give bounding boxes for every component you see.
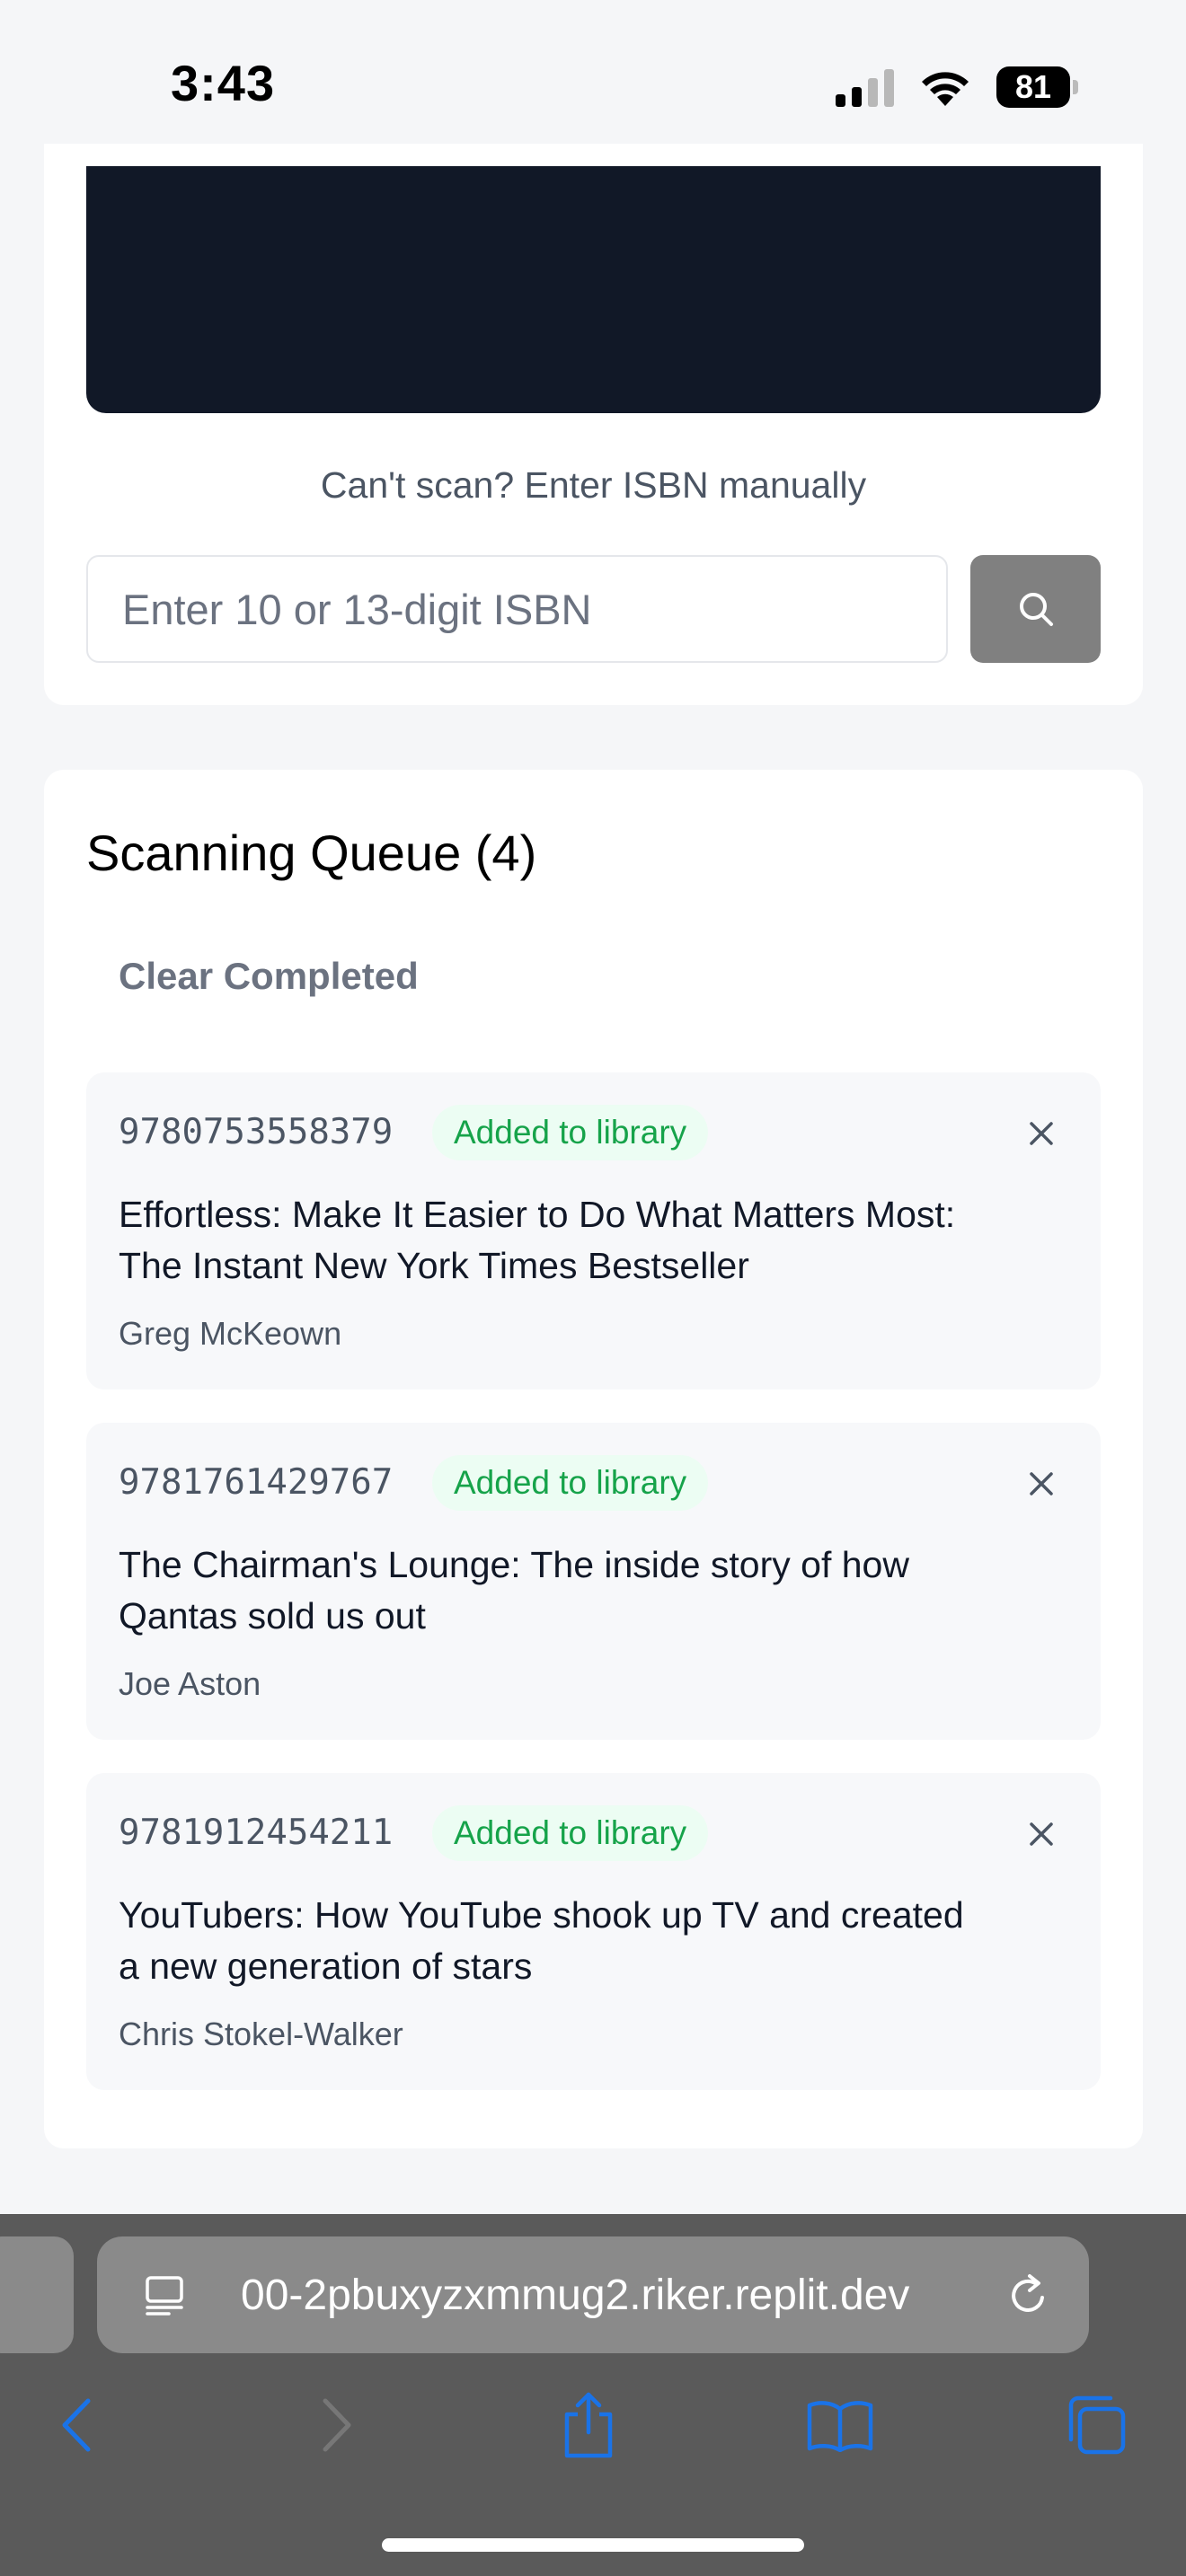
isbn-input[interactable] <box>86 555 948 663</box>
book-icon <box>807 2401 873 2452</box>
close-icon <box>1030 1122 1053 1145</box>
remove-item-button[interactable] <box>1016 1459 1067 1509</box>
queue-item: 9781761429767 Added to library The Chair… <box>86 1423 1101 1740</box>
chevron-right-icon <box>323 2398 351 2452</box>
scanner-card: Can't scan? Enter ISBN manually <box>44 144 1143 705</box>
back-button[interactable] <box>36 2385 117 2466</box>
book-author: Chris Stokel-Walker <box>119 2016 403 2052</box>
isbn-code: 9781761429767 <box>119 1462 394 1503</box>
manual-entry-label: Can't scan? Enter ISBN manually <box>320 464 867 506</box>
close-icon <box>1030 1822 1053 1846</box>
isbn-code: 9780753558379 <box>119 1112 394 1152</box>
battery-icon: 81 <box>996 66 1078 108</box>
status-badge: Added to library <box>432 1455 709 1511</box>
address-bar[interactable]: 00-2pbuxyzxmmug2.riker.replit.dev <box>97 2236 1089 2353</box>
scanning-queue-card: Scanning Queue (4) Clear Completed 97807… <box>44 770 1143 2148</box>
status-badge: Added to library <box>432 1805 709 1861</box>
search-icon <box>1019 593 1053 626</box>
browser-toolbar <box>0 2385 1186 2492</box>
cellular-signal-icon <box>836 67 894 107</box>
book-author: Greg McKeown <box>119 1315 342 1352</box>
clear-completed-button[interactable]: Clear Completed <box>86 940 451 1012</box>
tabs-icon <box>1068 2395 1126 2455</box>
book-title: YouTubers: How YouTube shook up TV and c… <box>119 1894 964 1987</box>
page: 3:43 81 Can't scan? Enter ISBN manually <box>0 0 1186 2576</box>
previous-tab-peek[interactable] <box>0 2236 74 2353</box>
forward-button[interactable] <box>296 2385 377 2466</box>
queue-title: Scanning Queue (4) <box>86 825 537 881</box>
battery-level: 81 <box>996 66 1070 108</box>
url-text: 00-2pbuxyzxmmug2.riker.replit.dev <box>241 2271 910 2319</box>
browser-chrome: 00-2pbuxyzxmmug2.riker.replit.dev <box>0 2214 1186 2576</box>
home-indicator[interactable] <box>382 2538 804 2552</box>
wifi-icon <box>922 72 969 106</box>
close-icon <box>1030 1472 1053 1495</box>
isbn-code: 9781912454211 <box>119 1813 394 1853</box>
status-bar: 3:43 81 <box>0 0 1186 166</box>
book-title: The Chairman's Lounge: The inside story … <box>119 1544 909 1636</box>
share-icon <box>564 2392 613 2458</box>
bookmarks-button[interactable] <box>800 2385 881 2466</box>
book-author: Joe Aston <box>119 1665 261 1702</box>
book-title: Effortless: Make It Easier to Do What Ma… <box>119 1194 956 1286</box>
queue-item: 9781912454211 Added to library YouTubers… <box>86 1773 1101 2090</box>
reload-icon[interactable] <box>1003 2271 1053 2321</box>
camera-preview[interactable] <box>86 166 1101 413</box>
tabs-button[interactable] <box>1056 2385 1137 2466</box>
queue-item: 9780753558379 Added to library Effortles… <box>86 1072 1101 1389</box>
remove-item-button[interactable] <box>1016 1108 1067 1159</box>
status-icons: 81 <box>836 65 1078 110</box>
remove-item-button[interactable] <box>1016 1809 1067 1859</box>
search-button[interactable] <box>970 555 1101 663</box>
status-badge: Added to library <box>432 1105 709 1160</box>
status-time: 3:43 <box>171 55 276 111</box>
page-menu-icon[interactable] <box>142 2272 187 2317</box>
chevron-left-icon <box>62 2398 91 2452</box>
share-button[interactable] <box>548 2385 629 2466</box>
